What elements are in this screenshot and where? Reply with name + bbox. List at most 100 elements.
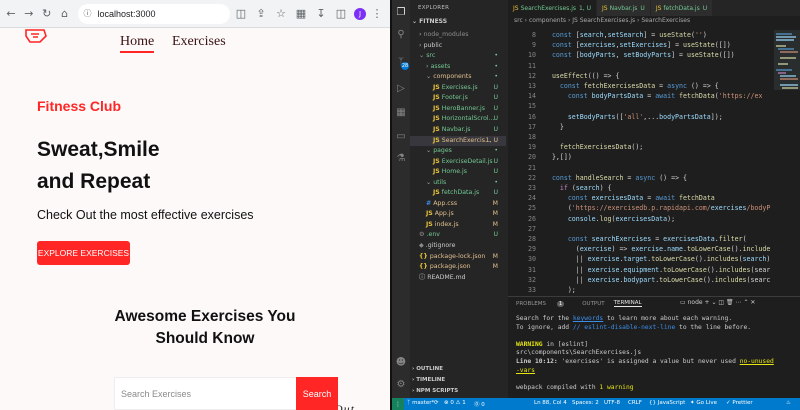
file-tree-item[interactable]: ⌄ src • — [410, 51, 506, 61]
status-branch[interactable]: ᛉ master* — [407, 400, 434, 406]
code-text: useEffect(() => { — [551, 71, 620, 80]
file-tree-label: package-lock.json — [429, 252, 486, 260]
reload-icon[interactable]: ↻ — [40, 5, 54, 23]
maximize-panel-icon[interactable]: ⌃ — [743, 299, 748, 306]
file-tree-item[interactable]: ⌄ components • — [410, 72, 506, 82]
nav-home-link[interactable]: Home — [120, 34, 155, 53]
file-tree-item[interactable]: JS HorizontalScrol... U — [410, 114, 506, 124]
sidepanel-icon[interactable]: ◫ — [332, 5, 350, 23]
testing-icon[interactable]: ⚗ — [395, 152, 407, 164]
file-tree-item[interactable]: JS index.js M — [410, 220, 506, 230]
section-title-line-1: Awesome Exercises You — [114, 308, 296, 325]
file-tree-item[interactable]: JS SearchExercis... 1, U — [410, 135, 506, 146]
file-tree-item[interactable]: ◆ .gitignore — [410, 241, 506, 251]
minimap[interactable] — [774, 30, 800, 296]
file-type-icon: JS — [433, 94, 440, 102]
outline-section[interactable]: › OUTLINE — [412, 366, 443, 372]
explorer-icon[interactable]: ❐ — [395, 6, 407, 18]
remote-explorer-icon[interactable]: ▭ — [395, 130, 407, 142]
share-icon[interactable]: ⇪ — [252, 5, 270, 23]
account-icon[interactable]: ☻ — [395, 356, 407, 368]
file-tree-item[interactable]: # App.css M — [410, 199, 506, 209]
file-tree-item[interactable]: JS App.js M — [410, 209, 506, 219]
extensions-icon[interactable]: ▦ — [292, 5, 310, 23]
file-tree-item[interactable]: › node_modules — [410, 30, 506, 40]
status-prettier[interactable]: ✓ Prettier — [726, 400, 753, 406]
tab-fetchdata[interactable]: JS fetchData.js U — [650, 0, 714, 16]
breadcrumb[interactable]: src › components › JS SearchExercises.js… — [514, 17, 690, 24]
terminal-line: src\components\SearchExercises.js — [516, 349, 642, 357]
remote-indicator-icon[interactable]: ⋮ — [392, 398, 404, 410]
file-tree-item[interactable]: JS fetchData.js U — [410, 188, 506, 198]
explore-exercises-button[interactable]: EXPLORE EXERCISES — [37, 241, 130, 265]
file-tree-item[interactable]: ⌄ pages • — [410, 146, 506, 156]
new-terminal-icon[interactable]: + — [705, 299, 710, 306]
search-icon[interactable]: ⚲ — [395, 28, 407, 40]
file-tree-item[interactable]: {} package-lock.json M — [410, 252, 506, 262]
terminal-dropdown-icon[interactable]: ⌄ — [711, 299, 716, 306]
status-encoding[interactable]: UTF-8 — [604, 400, 620, 406]
terminal-line: -vars — [516, 366, 535, 374]
extensions-icon[interactable]: ▦ — [395, 106, 407, 118]
file-tree-item[interactable]: ⚙ .env U — [410, 230, 506, 240]
file-tree-item[interactable]: JS Footer.js U — [410, 93, 506, 103]
code-view[interactable]: 8 const [search,setSearch] = useState(''… — [508, 30, 770, 296]
file-tree-item[interactable]: JS Navbar.js U — [410, 125, 506, 135]
file-tree-item[interactable]: JS ExerciseDetail.js U — [410, 157, 506, 167]
search-button[interactable]: Search — [296, 377, 338, 410]
close-panel-icon[interactable]: ✕ — [750, 299, 755, 306]
folder-chevron-icon: › — [426, 62, 429, 70]
tab-problems[interactable]: PROBLEMS 1 — [516, 300, 573, 307]
run-debug-icon[interactable]: ▷ — [395, 82, 407, 94]
terminal-shell-name[interactable]: node — [688, 299, 703, 306]
file-tree-item[interactable]: ⓘ README.md — [410, 273, 506, 283]
status-problems[interactable]: ⊗ 0 ⚠ 1 — [444, 400, 466, 406]
address-bar[interactable]: ⓘ localhost:3000 — [77, 3, 230, 24]
download-icon[interactable]: ↧ — [312, 5, 330, 23]
status-indentation[interactable]: Spaces: 2 — [572, 400, 599, 406]
status-cursor-position[interactable]: Ln 88, Col 4 — [534, 400, 567, 406]
status-eol[interactable]: CRLF — [628, 400, 642, 406]
npm-scripts-section[interactable]: › NPM SCRIPTS — [412, 388, 458, 394]
tab-output[interactable]: OUTPUT — [582, 301, 604, 307]
gym-logo-icon[interactable] — [24, 28, 48, 46]
tab-search-exercises[interactable]: JS SearchExercises.js 1, U — [508, 0, 598, 16]
bottom-panel: PROBLEMS 1 OUTPUT TERMINAL ▭ node + ⌄ ◫ 🗑… — [508, 296, 800, 398]
kill-terminal-icon[interactable]: 🗑 — [726, 299, 734, 306]
file-tree-item[interactable]: › assets • — [410, 62, 506, 72]
home-icon[interactable]: ⌂ — [58, 5, 72, 23]
timeline-section[interactable]: › TIMELINE — [412, 377, 445, 383]
terminal-line: Search for the keywords to learn more ab… — [516, 315, 733, 322]
settings-gear-icon[interactable]: ⚙ — [395, 378, 407, 390]
info-icon[interactable]: ⓘ — [84, 8, 92, 19]
file-tree-item[interactable]: › public — [410, 41, 506, 51]
workspace-root[interactable]: ⌄ FITNESS — [412, 18, 447, 25]
cast-icon[interactable]: ◫ — [232, 5, 250, 23]
search-input[interactable] — [115, 378, 295, 409]
terminal-output[interactable]: Search for the keywords to learn more ab… — [516, 315, 796, 392]
status-language[interactable]: {} JavaScript — [649, 400, 685, 406]
more-actions-icon[interactable]: ⋯ — [736, 299, 742, 306]
menu-icon[interactable]: ⋮ — [368, 5, 386, 23]
status-go-live[interactable]: ✦ Go Live — [690, 400, 717, 406]
file-tree-item[interactable]: JS Home.js U — [410, 167, 506, 177]
profile-avatar[interactable]: J — [354, 7, 366, 20]
file-tree-item[interactable]: JS Exercises.js U — [410, 83, 506, 93]
bookmark-star-icon[interactable]: ☆ — [272, 5, 290, 23]
file-tree-item[interactable]: ⌄ utils • — [410, 178, 506, 188]
back-icon[interactable]: ← — [4, 5, 18, 23]
forward-icon[interactable]: → — [22, 5, 36, 23]
split-terminal-icon[interactable]: ◫ — [718, 299, 724, 306]
code-line[interactable]: 33 ); — [508, 285, 770, 296]
file-tree-item[interactable]: {} package.json M — [410, 262, 506, 272]
tab-terminal[interactable]: TERMINAL — [613, 300, 642, 307]
git-status-badge: U — [493, 94, 498, 102]
tab-navbar[interactable]: JS Navbar.js U — [597, 0, 651, 16]
file-tree-item[interactable]: JS HeroBanner.js U — [410, 104, 506, 114]
file-tree-label: .gitignore — [425, 242, 456, 249]
nav-exercises-link[interactable]: Exercises — [172, 34, 226, 50]
notifications-bell-icon[interactable]: ♨ — [786, 400, 791, 406]
folder-chevron-icon: ⌄ — [426, 73, 432, 81]
status-sync[interactable]: ⟳ — [434, 400, 439, 406]
status-info[interactable]: ⓪ 0 — [474, 400, 485, 408]
